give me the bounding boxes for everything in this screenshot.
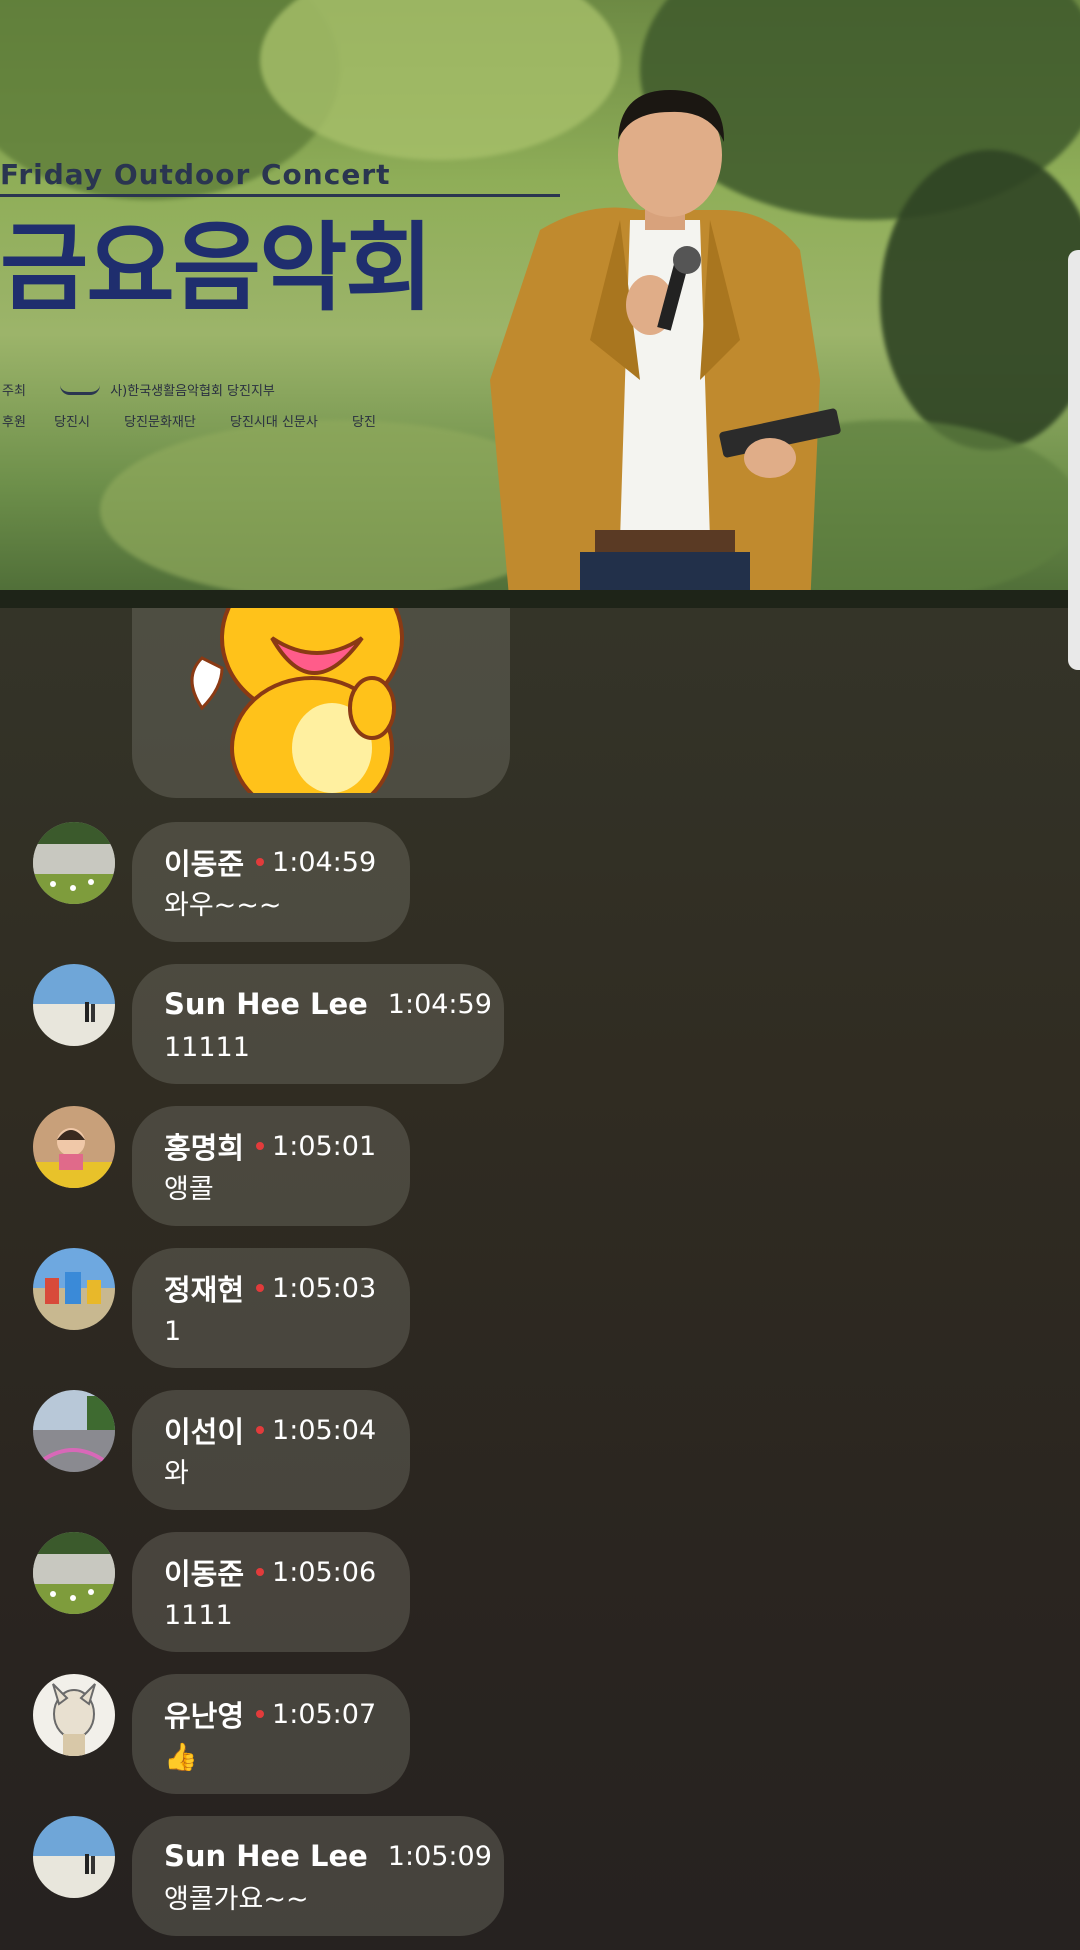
- avatar-road-image: [33, 1390, 115, 1472]
- separator-dot: [256, 1710, 265, 1718]
- sender-name: Sun Hee Lee: [164, 1839, 368, 1873]
- separator-dot: [256, 1284, 265, 1292]
- message-bubble[interactable]: Sun Hee Lee 1:05:09 앵콜가요~~: [132, 1816, 504, 1936]
- presenter-figure: [490, 90, 841, 608]
- sender-name: 이선이: [164, 1415, 245, 1449]
- avatar-child-image: [33, 1106, 115, 1188]
- message-bubble[interactable]: 이동준 1:05:06 1111: [132, 1532, 410, 1652]
- chat-message: 이선이 1:05:04 와: [0, 1390, 1080, 1510]
- banner-host-org: 사)한국생활음악협회 당진지부: [110, 384, 275, 399]
- chat-message: Sun Hee Lee 1:04:59 11111: [0, 964, 1080, 1084]
- message-bubble[interactable]: 이선이 1:05:04 와: [132, 1390, 410, 1510]
- banner-sponsor-label: 후원: [2, 415, 26, 430]
- message-bubble[interactable]: 유난영 1:05:07 👍: [132, 1674, 410, 1794]
- banner-host-row: 주최 사)한국생활음악협회 당진지부: [2, 376, 275, 399]
- sticker-message-bubble: [132, 608, 510, 798]
- avatar-beach-image: [33, 964, 115, 1046]
- banner-title-en: Friday Outdoor Concert: [0, 158, 391, 191]
- message-bubble[interactable]: 홍명희 1:05:01 앵콜: [132, 1106, 410, 1226]
- message-bubble[interactable]: 이동준 1:04:59 와우~~~: [132, 822, 410, 942]
- chat-message: 정재현 1:05:03 1: [0, 1248, 1080, 1368]
- separator-dot: [256, 1426, 265, 1434]
- sender-name: 이동준: [164, 1557, 245, 1591]
- sender-name: Sun Hee Lee: [164, 987, 368, 1021]
- sender-name: 홍명희: [164, 1131, 245, 1165]
- chat-message: 홍명희 1:05:01 앵콜: [0, 1106, 1080, 1226]
- music-association-logo-icon: [60, 376, 101, 395]
- chat-feed[interactable]: 이동준 1:04:59 와우~~~ Sun Hee Lee 1:04:59 1111…: [0, 608, 1080, 1950]
- message-time: 1:05:01: [272, 1130, 377, 1162]
- avatar-flowers-image: [33, 822, 115, 904]
- video-player[interactable]: Friday Outdoor Concert 금요음악회 주최 사)한국생활음악…: [0, 0, 1080, 608]
- banner-host-label: 주최: [2, 384, 26, 399]
- chat-message: Sun Hee Lee 1:05:09 앵콜가요~~: [0, 1816, 1080, 1936]
- sponsor-3: 당진시대 신문사: [230, 415, 318, 430]
- message-bubble[interactable]: Sun Hee Lee 1:04:59 11111: [132, 964, 504, 1084]
- avatar[interactable]: [33, 1106, 115, 1188]
- sponsor-2: 당진문화재단: [124, 415, 196, 430]
- message-bubble[interactable]: 정재현 1:05:03 1: [132, 1248, 410, 1368]
- message-text: 👍: [164, 1742, 198, 1773]
- sender-name: 정재현: [164, 1273, 245, 1307]
- live-stream-screen: Friday Outdoor Concert 금요음악회 주최 사)한국생활음악…: [0, 0, 1080, 1950]
- sender-name: 유난영: [164, 1699, 245, 1733]
- avatar-beach-image: [33, 1816, 115, 1898]
- chat-message: 이동준 1:04:59 와우~~~: [0, 822, 1080, 942]
- sender-name: 이동준: [164, 847, 245, 881]
- message-text: 1111: [164, 1600, 233, 1631]
- avatar[interactable]: [33, 1390, 115, 1472]
- banner-title-ko: 금요음악회: [0, 212, 434, 324]
- tree-trunk-shape: [880, 150, 1080, 450]
- chat-message: 이동준 1:05:06 1111: [0, 1532, 1080, 1652]
- sponsor-4: 당진: [352, 415, 376, 430]
- avatar[interactable]: [33, 822, 115, 904]
- separator-dot: [256, 858, 265, 866]
- message-time: 1:05:06: [272, 1556, 377, 1588]
- chat-message: 유난영 1:05:07 👍: [0, 1674, 1080, 1794]
- side-handle[interactable]: [1068, 250, 1080, 670]
- message-time: 1:05:03: [272, 1272, 377, 1304]
- message-text: 앵콜가요~~: [164, 1884, 309, 1915]
- message-text: 11111: [164, 1032, 250, 1063]
- separator-dot: [256, 1142, 265, 1150]
- avatar-flowers-image: [33, 1532, 115, 1614]
- avatar[interactable]: [33, 1816, 115, 1898]
- avatar[interactable]: [33, 964, 115, 1046]
- message-time: 1:04:59: [272, 846, 377, 878]
- message-text: 와: [164, 1458, 189, 1489]
- message-text: 1: [164, 1316, 182, 1347]
- avatar-playground-image: [33, 1248, 115, 1330]
- chick-sticker-icon: [190, 608, 404, 793]
- avatar-sketch-image: [33, 1674, 115, 1756]
- avatar[interactable]: [33, 1674, 115, 1756]
- sponsor-1: 당진시: [54, 415, 90, 430]
- avatar[interactable]: [33, 1248, 115, 1330]
- banner-sponsor-row: 후원 당진시 당진문화재단 당진시대 신문사 당진: [2, 411, 376, 430]
- message-time: 1:04:59: [387, 988, 492, 1020]
- message-time: 1:05:04: [272, 1414, 377, 1446]
- separator-dot: [256, 1568, 265, 1576]
- message-time: 1:05:07: [272, 1698, 377, 1730]
- message-text: 앵콜: [164, 1174, 214, 1205]
- message-text: 와우~~~: [164, 890, 282, 921]
- message-time: 1:05:09: [387, 1840, 492, 1872]
- stage-floor: [0, 590, 1080, 608]
- avatar[interactable]: [33, 1532, 115, 1614]
